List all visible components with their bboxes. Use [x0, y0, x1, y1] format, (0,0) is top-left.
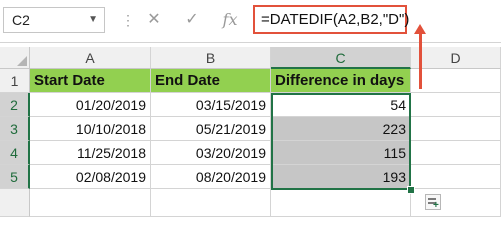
quick-analysis-plus: +	[433, 200, 439, 211]
cell-c5[interactable]: 193	[271, 165, 411, 189]
cell-c3[interactable]: 223	[271, 117, 411, 141]
cell-a4[interactable]: 11/25/2018	[30, 141, 151, 165]
formula-highlight-box[interactable]: =DATEDIF(A2,B2,"D")	[253, 5, 410, 34]
cell-c6[interactable]	[271, 189, 411, 217]
annotation-arrow-line	[419, 30, 422, 89]
cell-d4[interactable]	[411, 141, 501, 165]
cell-a3[interactable]: 10/10/2018	[30, 117, 151, 141]
close-icon[interactable]: ✕	[142, 8, 166, 32]
formula-bar: C2 ▼ ⋮ ✕ ✓ fx =DATEDIF(A2,B2,"D")	[0, 0, 501, 43]
cell-b2[interactable]: 03/15/2019	[151, 93, 271, 117]
select-all-triangle-icon	[17, 56, 27, 66]
cell-a5[interactable]: 02/08/2019	[30, 165, 151, 189]
cell-d3[interactable]	[411, 117, 501, 141]
select-all-corner[interactable]	[0, 47, 30, 69]
cell-a6[interactable]	[30, 189, 151, 217]
cell-b1[interactable]: End Date	[151, 69, 271, 93]
row-header-5[interactable]: 5	[0, 165, 30, 189]
fill-handle[interactable]	[407, 186, 415, 194]
row-header-2[interactable]: 2	[0, 93, 30, 117]
check-icon[interactable]: ✓	[180, 8, 204, 32]
formula-text: =DATEDIF(A2,B2,"D")	[261, 11, 410, 28]
cell-d5[interactable]	[411, 165, 501, 189]
column-header-d[interactable]: D	[411, 47, 501, 69]
cell-b5[interactable]: 08/20/2019	[151, 165, 271, 189]
chevron-down-icon[interactable]: ▼	[88, 14, 98, 25]
formula-bar-grip-icon: ⋮	[121, 12, 135, 28]
cell-d1[interactable]	[411, 69, 501, 93]
cell-c4[interactable]: 115	[271, 141, 411, 165]
annotation-arrow-head-icon	[414, 24, 426, 34]
cell-c1[interactable]: Difference in days	[271, 69, 411, 93]
row-header-4[interactable]: 4	[0, 141, 30, 165]
column-header-a[interactable]: A	[30, 47, 151, 69]
row-header-3[interactable]: 3	[0, 117, 30, 141]
cell-a1[interactable]: Start Date	[30, 69, 151, 93]
cell-c2[interactable]: 54	[271, 93, 411, 117]
column-header-c[interactable]: C	[271, 47, 411, 69]
cell-a2[interactable]: 01/20/2019	[30, 93, 151, 117]
row-header-6[interactable]	[0, 189, 30, 217]
cell-d2[interactable]	[411, 93, 501, 117]
cell-b3[interactable]: 05/21/2019	[151, 117, 271, 141]
cell-b4[interactable]: 03/20/2019	[151, 141, 271, 165]
quick-analysis-icon[interactable]: +	[425, 194, 441, 211]
name-box[interactable]: C2 ▼	[3, 7, 105, 33]
function-icon[interactable]: fx	[218, 8, 242, 32]
name-box-value: C2	[12, 12, 30, 28]
row-header-1[interactable]: 1	[0, 69, 30, 93]
cell-b6[interactable]	[151, 189, 271, 217]
column-header-b[interactable]: B	[151, 47, 271, 69]
